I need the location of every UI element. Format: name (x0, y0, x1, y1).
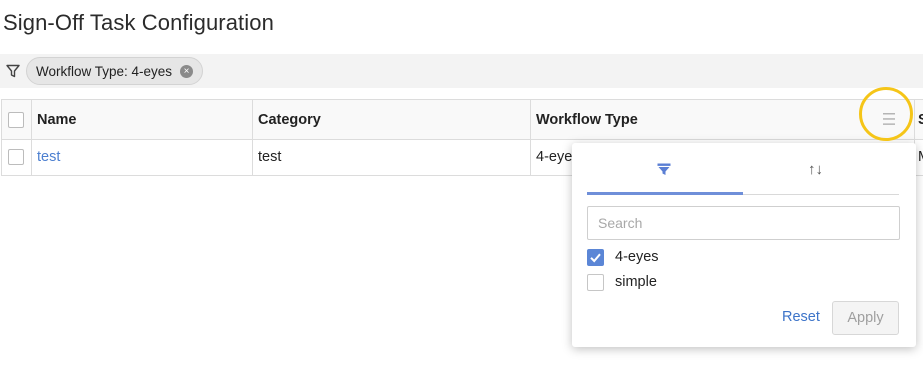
cell-name[interactable]: test (31, 139, 253, 175)
checkbox-unchecked[interactable] (587, 273, 604, 291)
active-filters-bar: Workflow Type: 4-eyes × (0, 54, 923, 88)
grid-header-row: Name Category Workflow Type S (2, 100, 923, 140)
highlight-circle (859, 87, 913, 141)
apply-button[interactable]: Apply (832, 301, 899, 335)
check-icon (590, 253, 601, 262)
filter-chip-workflow-type[interactable]: Workflow Type: 4-eyes × (26, 57, 204, 85)
reset-button[interactable]: Reset (782, 309, 820, 325)
filter-icon (6, 64, 20, 78)
filter-chip-label: Workflow Type: 4-eyes (36, 64, 173, 79)
row-select[interactable] (2, 139, 32, 175)
option-label: 4-eyes (615, 249, 659, 265)
sort-arrows-icon: ↑↓ (808, 161, 823, 178)
tab-sort[interactable]: ↑↓ (743, 143, 899, 195)
close-circle-icon[interactable]: × (180, 65, 194, 78)
option-simple[interactable]: simple (587, 272, 657, 292)
column-menu-popup: ↑↓ 4-eyes simple Reset Apply (572, 143, 916, 347)
column-header-next[interactable]: S (914, 100, 923, 139)
row-checkbox[interactable] (8, 149, 24, 165)
select-all-checkbox[interactable] (8, 111, 24, 128)
column-header-workflow-type[interactable]: Workflow Type (530, 100, 915, 139)
checkbox-checked[interactable] (587, 248, 604, 266)
task-name-link[interactable]: test (37, 149, 60, 165)
option-label: simple (615, 274, 657, 290)
header-select-all[interactable] (2, 100, 32, 139)
column-header-category[interactable]: Category (252, 100, 531, 139)
column-header-name[interactable]: Name (31, 100, 253, 139)
option-4-eyes[interactable]: 4-eyes (587, 247, 659, 267)
search-input[interactable] (587, 206, 900, 240)
tab-filter[interactable] (587, 143, 743, 195)
filter-icon (657, 163, 671, 175)
page-title: Sign-Off Task Configuration (3, 10, 274, 35)
cell-category: test (252, 139, 531, 175)
